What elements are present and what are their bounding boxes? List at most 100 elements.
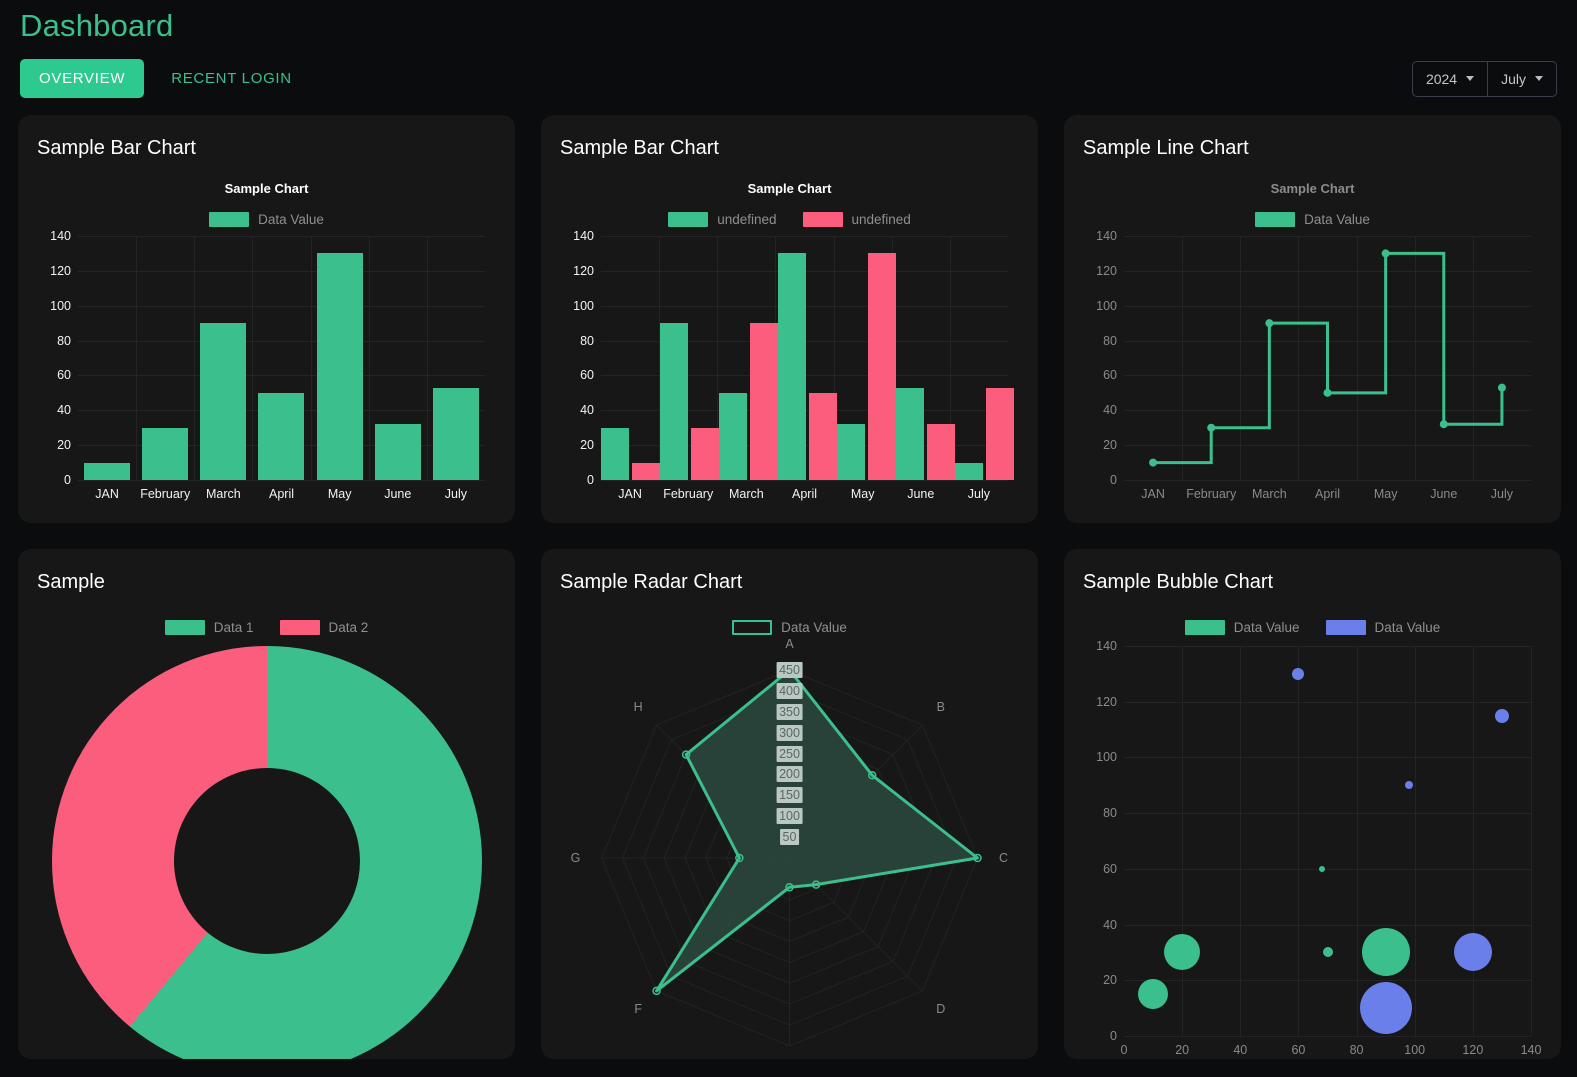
y-axis-tick-label: 100 (1096, 750, 1117, 765)
bar[interactable] (374, 424, 421, 480)
data-point[interactable] (1149, 458, 1158, 467)
y-gridline (1124, 980, 1531, 982)
bars-layer (78, 236, 485, 480)
bubble-point[interactable] (1359, 982, 1412, 1035)
x-axis-tick-label: July (967, 487, 991, 501)
data-point[interactable] (1439, 420, 1448, 429)
bubble-point[interactable] (1404, 781, 1413, 790)
bar-group (601, 236, 660, 480)
x-axis-tick-label: February (663, 487, 714, 501)
x-gridline (1298, 646, 1300, 1036)
bar[interactable] (750, 323, 778, 480)
legend-item[interactable]: undefined (668, 211, 777, 227)
card-title: Sample Radar Chart (560, 571, 743, 593)
bar[interactable] (660, 323, 688, 480)
bar[interactable] (432, 387, 479, 480)
bubble-point[interactable] (1318, 865, 1325, 872)
data-point[interactable] (1323, 388, 1332, 397)
radar-area[interactable] (655, 668, 979, 993)
card-radar-chart: Sample Radar Chart Data Value ABCDEFGH50… (541, 549, 1038, 1059)
y-axis-tick-label: 40 (57, 403, 71, 418)
bar-group (252, 236, 310, 480)
legend-item[interactable]: Data 2 (279, 619, 369, 635)
chevron-down-icon (1466, 76, 1475, 81)
legend-label: Data Value (1233, 619, 1300, 635)
bubble-point[interactable] (1292, 667, 1305, 680)
line-path (1153, 251, 1504, 465)
bubble-point[interactable] (1453, 933, 1492, 972)
bar[interactable] (778, 253, 806, 480)
bar[interactable] (868, 253, 896, 480)
legend-swatch (1255, 211, 1296, 227)
legend-item[interactable]: Data Value (1325, 619, 1441, 635)
bar[interactable] (986, 387, 1014, 480)
bar[interactable] (258, 392, 305, 480)
month-select-value: July (1501, 70, 1526, 87)
bubble-point[interactable] (1361, 928, 1410, 977)
bar[interactable] (200, 323, 247, 480)
y-gridline (1124, 868, 1531, 870)
bar-group (78, 236, 136, 480)
bar-chart-2-plot: 0 20 40 60 80 100 120 140 JAN February March April M… (573, 229, 1014, 501)
bar[interactable] (896, 387, 924, 480)
month-select[interactable]: July (1487, 61, 1556, 96)
tab-recent-login[interactable]: RECENT LOGIN (152, 59, 311, 98)
legend-label: Data Value (1374, 619, 1441, 635)
bar[interactable] (316, 253, 363, 480)
date-filter-group: 2024 July (1411, 60, 1557, 97)
bubble-point[interactable] (1164, 934, 1201, 971)
data-point[interactable] (1497, 383, 1506, 392)
legend-item[interactable]: Data 1 (164, 619, 254, 635)
x-axis-tick-label: March (728, 487, 764, 501)
bar-group (427, 236, 485, 480)
bar[interactable] (142, 427, 189, 480)
x-axis-tick-label: March (205, 487, 241, 501)
radar-axis-label: F (634, 1002, 642, 1017)
bubble-point[interactable] (1494, 708, 1509, 723)
legend-item[interactable]: Data Value (209, 211, 324, 227)
y-axis-tick-label: 0 (64, 473, 71, 487)
bubble-point[interactable] (1138, 979, 1169, 1010)
radar-radial-tick-label: 50 (779, 829, 800, 846)
legend-label: Data 1 (213, 619, 254, 635)
chart-title: Sample Chart (1270, 181, 1355, 196)
legend-item[interactable]: Data Value (1255, 211, 1370, 227)
bar-group (136, 236, 194, 480)
bar[interactable] (719, 392, 747, 480)
data-point[interactable] (1265, 319, 1274, 328)
legend-item[interactable]: Data Value (1184, 619, 1300, 635)
bar[interactable] (84, 462, 131, 480)
tab-overview[interactable]: OVERVIEW (20, 59, 145, 98)
bar-chart-1-plot: 0 20 40 60 80 100 120 140 JAN February March April M… (50, 229, 485, 501)
bar[interactable] (927, 424, 955, 480)
legend-item[interactable]: Data Value (732, 619, 847, 635)
y-axis-tick-label: 20 (57, 438, 71, 453)
line-series (1149, 249, 1506, 467)
data-point[interactable] (1207, 423, 1216, 432)
year-select[interactable]: 2024 (1413, 62, 1487, 96)
bar[interactable] (955, 462, 983, 480)
y-axis-tick-label: 120 (50, 263, 71, 278)
bar[interactable] (691, 427, 719, 480)
x-axis-tick-label: 40 (1233, 1043, 1248, 1057)
y-axis-tick-label: 0 (1110, 473, 1117, 487)
data-point[interactable] (1381, 249, 1390, 258)
x-axis-tick-label: March (1251, 487, 1287, 501)
card-bar-chart-2: Sample Bar Chart Sample Chart undefined … (541, 115, 1038, 523)
radar-radial-tick-label: 350 (776, 703, 803, 720)
legend-label: Data Value (1304, 211, 1370, 227)
y-axis-tick-label: 80 (580, 333, 594, 348)
bar[interactable] (601, 427, 629, 480)
doughnut-ring[interactable] (51, 646, 482, 1059)
bubble-point[interactable] (1322, 947, 1333, 958)
bar-group (955, 236, 1014, 480)
legend-label: Data 2 (328, 619, 369, 635)
x-axis-tick-label: May (850, 487, 875, 501)
x-gridline (1531, 646, 1532, 1036)
bar[interactable] (809, 392, 837, 480)
bar[interactable] (837, 424, 865, 480)
legend-label: Data Value (781, 619, 847, 635)
dashboard-page: Dashboard OVERVIEW RECENT LOGIN 2024 Jul… (0, 0, 1577, 1077)
bar[interactable] (632, 462, 660, 480)
legend-item[interactable]: undefined (802, 211, 911, 227)
